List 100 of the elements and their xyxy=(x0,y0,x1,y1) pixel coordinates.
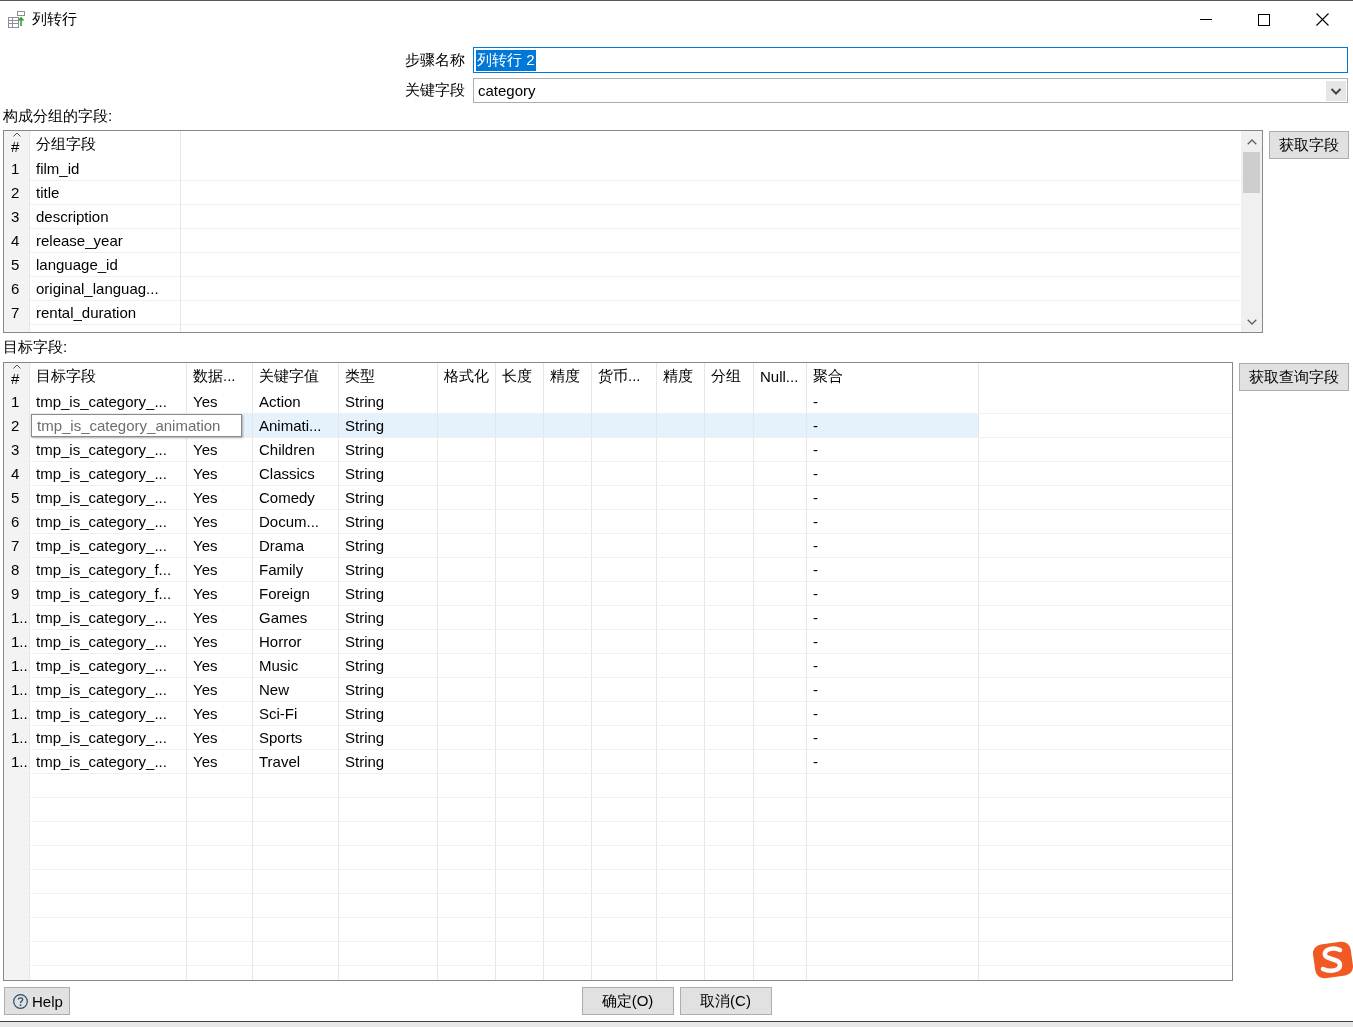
table-cell: tmp_is_category_... xyxy=(36,633,167,650)
maximize-icon xyxy=(1258,13,1270,26)
chevron-up-icon[interactable] xyxy=(1246,138,1257,145)
table-cell: Yes xyxy=(193,753,218,770)
column-header[interactable]: 精度 xyxy=(550,367,580,386)
table-row[interactable]: 1.. tmp_is_category_... Yes Horror String - xyxy=(4,630,979,654)
dropdown[interactable]: category xyxy=(473,78,1348,103)
column-header[interactable]: 分组字段 xyxy=(36,134,96,154)
table-cell: String xyxy=(345,417,385,434)
table-cell: tmp_is_category_... xyxy=(36,681,167,698)
table-cell: Family xyxy=(259,561,304,578)
column-header[interactable]: 目标字段 xyxy=(36,367,96,386)
help-button[interactable]: Help xyxy=(4,987,70,1015)
column-header[interactable]: 精度 xyxy=(663,367,693,386)
field-label: 步骤名称 xyxy=(405,50,465,70)
table-row[interactable]: 1.. tmp_is_category_... Yes Sports String - xyxy=(4,726,979,750)
table-cell: Travel xyxy=(259,753,301,770)
table-cell: - xyxy=(813,489,818,506)
table-cell: tmp_is_category_f... xyxy=(36,561,172,578)
table-cell: tmp_is_category_... xyxy=(36,729,167,746)
table-cell: String xyxy=(345,393,385,410)
table-row[interactable]: 6 tmp_is_category_... Yes Docum... String - xyxy=(4,510,979,534)
row-number: 2 xyxy=(11,184,20,201)
column-header[interactable]: 聚合 xyxy=(813,367,843,386)
table-cell: String xyxy=(345,561,385,578)
table-cell: Yes xyxy=(193,441,218,458)
table-cell: Sports xyxy=(259,729,303,746)
scrollbar[interactable] xyxy=(1241,131,1262,332)
table-cell: Yes xyxy=(193,585,218,602)
row-number: 1.. xyxy=(11,633,28,650)
table-cell: film_id xyxy=(36,160,80,177)
table-cell: - xyxy=(813,609,818,626)
column-header[interactable]: 类型 xyxy=(345,367,375,386)
row-number: 1 xyxy=(11,160,20,177)
text-field[interactable]: 列转行 2 xyxy=(473,47,1348,73)
table-cell: - xyxy=(813,729,818,746)
table-row[interactable]: 1.. tmp_is_category_... Yes Sci-Fi String - xyxy=(4,702,979,726)
sort-caret-icon xyxy=(13,132,21,137)
column-header[interactable]: # xyxy=(11,370,20,387)
column-header[interactable]: 货币... xyxy=(598,367,641,386)
column-header[interactable]: 关键字值 xyxy=(259,367,319,386)
table-row[interactable]: 7 tmp_is_category_... Yes Drama String - xyxy=(4,534,979,558)
table-cell: original_languag... xyxy=(36,280,159,297)
get-query-fields-button[interactable]: 获取查询字段 xyxy=(1239,363,1349,391)
table-cell: Yes xyxy=(193,681,218,698)
table-cell: Comedy xyxy=(259,489,315,506)
table-cell: Animati... xyxy=(259,417,322,434)
table-cell: language_id xyxy=(36,256,118,273)
table-cell: Yes xyxy=(193,633,218,650)
table-cell: Yes xyxy=(193,513,218,530)
table-cell: Children xyxy=(259,441,315,458)
table-cell: String xyxy=(345,585,385,602)
window-title: 列转行 xyxy=(32,10,77,29)
table-row[interactable]: 1.. tmp_is_category_... Yes Travel String - xyxy=(4,750,979,774)
column-header[interactable]: 分组 xyxy=(711,367,741,386)
get-fields-button[interactable]: 获取字段 xyxy=(1269,131,1349,159)
column-header[interactable]: # xyxy=(11,137,20,155)
table-cell: Yes xyxy=(193,393,218,410)
table-cell: Yes xyxy=(193,705,218,722)
cancel-button[interactable]: 取消(C) xyxy=(679,987,772,1015)
row-number: 1.. xyxy=(11,753,28,770)
table-row[interactable]: 2 tmp_is_category_animation Animati... String - xyxy=(4,414,979,438)
column-header[interactable]: 数据... xyxy=(193,367,236,386)
row-number: 1.. xyxy=(11,657,28,674)
table-cell: Yes xyxy=(193,609,218,626)
table-cell: Docum... xyxy=(259,513,319,530)
chevron-down-icon[interactable] xyxy=(1246,318,1257,325)
table-cell: Yes xyxy=(193,561,218,578)
column-header[interactable]: 格式化 xyxy=(444,367,489,386)
table-cell: - xyxy=(813,393,818,410)
row-number: 1 xyxy=(11,393,20,410)
table-row[interactable]: 5 tmp_is_category_... Yes Comedy String - xyxy=(4,486,979,510)
table-row[interactable]: 4 tmp_is_category_... Yes Classics String - xyxy=(4,462,979,486)
table-row[interactable]: 9 tmp_is_category_f... Yes Foreign String - xyxy=(4,582,979,606)
table-row[interactable]: 1.. tmp_is_category_... Yes Games String - xyxy=(4,606,979,630)
close-icon xyxy=(1315,13,1329,26)
table-cell: tmp_is_category_... xyxy=(36,489,167,506)
scrollbar-thumb[interactable] xyxy=(1243,152,1260,193)
column-header[interactable]: 长度 xyxy=(502,367,532,386)
table-cell: tmp_is_category_... xyxy=(36,753,167,770)
table-row[interactable]: 3 tmp_is_category_... Yes Children String - xyxy=(4,438,979,462)
row-number: 2 xyxy=(11,417,20,434)
column-header[interactable]: Null... xyxy=(760,368,799,385)
table-cell: String xyxy=(345,633,385,650)
row-number: 1.. xyxy=(11,729,28,746)
table-cell: String xyxy=(345,681,385,698)
table-cell: - xyxy=(813,465,818,482)
table-row[interactable]: 8 tmp_is_category_f... Yes Family String - xyxy=(4,558,979,582)
row-number: 9 xyxy=(11,585,20,602)
table-cell: Yes xyxy=(193,465,218,482)
table-row[interactable]: 1.. tmp_is_category_... Yes New String - xyxy=(4,678,979,702)
table-cell: tmp_is_category_... xyxy=(36,441,167,458)
sort-caret-icon xyxy=(13,364,21,369)
table-row[interactable]: 1.. tmp_is_category_... Yes Music String - xyxy=(4,654,979,678)
table-cell: Yes xyxy=(193,729,218,746)
table-cell: Drama xyxy=(259,537,304,554)
row-number: 7 xyxy=(11,304,20,321)
ok-button[interactable]: 确定(O) xyxy=(581,987,674,1015)
row-number: 1.. xyxy=(11,609,28,626)
table-cell: tmp_is_category_... xyxy=(36,705,167,722)
